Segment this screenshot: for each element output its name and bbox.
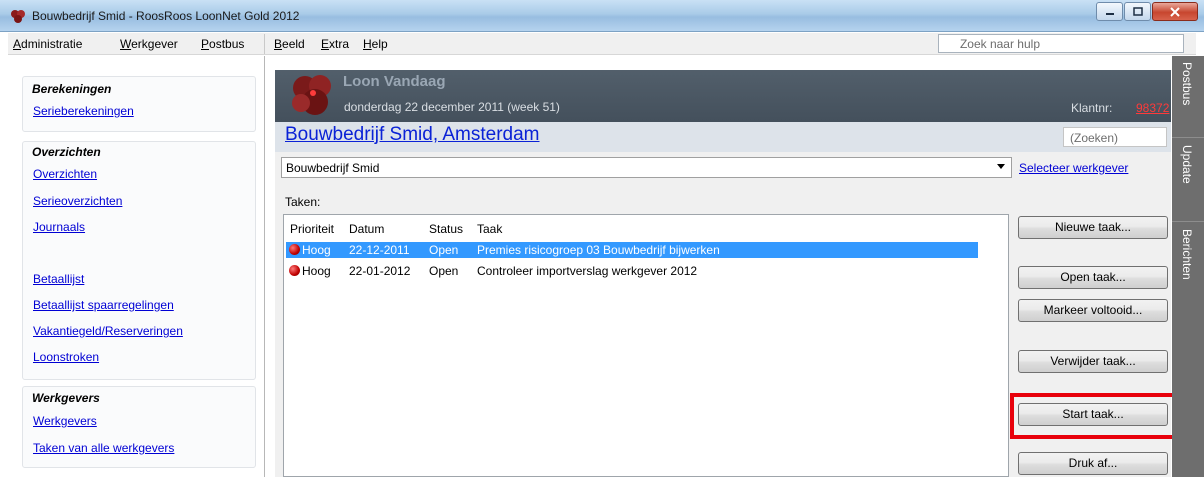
client-number-label: Klantnr: — [1071, 101, 1113, 115]
row-task: Controleer importverslag werkgever 2012 — [477, 264, 698, 278]
menu-postbus[interactable]: Postbus — [201, 37, 244, 51]
new-task-button[interactable]: Nieuwe taak... — [1018, 216, 1168, 239]
nav-link-betaallijst[interactable]: Betaallijst — [33, 272, 84, 286]
nav-link-overzichten[interactable]: Overzichten — [33, 167, 97, 181]
app-logo-icon — [11, 10, 25, 23]
column-header-status[interactable]: Status — [429, 222, 463, 236]
row-date: 22-01-2012 — [349, 264, 411, 278]
menu-help[interactable]: Help — [363, 37, 388, 51]
maximize-icon — [1132, 7, 1143, 16]
nav-heading-berekeningen: Berekeningen — [32, 82, 112, 96]
row-priority: Hoog — [302, 264, 331, 278]
tasks-label: Taken: — [285, 195, 321, 209]
nav-link-werkgevers[interactable]: Werkgevers — [33, 414, 97, 428]
row-task: Premies risicogroep 03 Bouwbedrijf bijwe… — [477, 243, 720, 257]
minimize-icon — [1105, 12, 1114, 15]
print-button[interactable]: Druk af... — [1018, 452, 1168, 475]
nav-link-serieberekeningen[interactable]: Serieberekeningen — [33, 104, 134, 118]
column-header-date[interactable]: Datum — [349, 222, 384, 236]
row-status: Open — [429, 264, 459, 278]
help-search-input[interactable]: Zoek naar hulp — [938, 34, 1184, 53]
close-button[interactable] — [1152, 2, 1198, 21]
minimize-button[interactable] — [1096, 2, 1123, 21]
table-row[interactable]: Hoog 22-01-2012 Open Controleer importve… — [286, 263, 978, 279]
menu-bar: Administratie Werkgever Postbus Beeld Ex… — [8, 33, 1196, 55]
menu-divider — [264, 34, 265, 54]
nav-link-serieoverzichten[interactable]: Serieoverzichten — [33, 194, 122, 208]
column-header-priority[interactable]: Prioriteit — [290, 222, 334, 236]
menu-administratie[interactable]: Administratie — [13, 37, 82, 51]
dropdown-arrow-icon[interactable] — [997, 164, 1005, 169]
nav-link-taken-alle-werkgevers[interactable]: Taken van alle werkgevers — [33, 441, 174, 455]
open-task-button[interactable]: Open taak... — [1018, 266, 1168, 289]
row-date: 22-12-2011 — [349, 243, 410, 257]
menu-extra[interactable]: Extra — [321, 37, 349, 51]
delete-task-button[interactable]: Verwijder taak... — [1018, 350, 1168, 373]
roosroos-logo-icon — [292, 75, 331, 115]
tab-postbus[interactable]: Postbus — [1172, 56, 1204, 138]
nav-link-loonstroken[interactable]: Loonstroken — [33, 350, 99, 364]
company-search-input[interactable]: (Zoeken) — [1063, 127, 1167, 147]
row-status: Open — [429, 243, 459, 257]
maximize-button[interactable] — [1124, 2, 1151, 21]
header-title: Loon Vandaag — [343, 73, 446, 90]
company-name-link[interactable]: Bouwbedrijf Smid, Amsterdam — [285, 124, 540, 146]
select-employer-link[interactable]: Selecteer werkgever — [1019, 161, 1128, 175]
window-controls — [1095, 2, 1198, 21]
nav-heading-overzichten: Overzichten — [32, 145, 101, 159]
priority-high-icon — [289, 265, 300, 276]
tab-berichten[interactable]: Berichten — [1172, 223, 1204, 303]
employer-select[interactable]: Bouwbedrijf Smid — [281, 157, 1012, 178]
tab-postbus-label: Postbus — [1180, 62, 1194, 106]
menu-beeld[interactable]: Beeld — [274, 37, 305, 51]
nav-link-betaallijst-spaarregelingen[interactable]: Betaallijst spaarregelingen — [33, 298, 174, 312]
table-row[interactable]: Hoog 22-12-2011 Open Premies risicogroep… — [286, 242, 978, 258]
window-title: Bouwbedrijf Smid - RoosRoos LoonNet Gold… — [32, 9, 300, 23]
nav-link-vakantiegeld[interactable]: Vakantiegeld/Reserveringen — [33, 324, 183, 338]
nav-link-journaals[interactable]: Journaals — [33, 220, 85, 234]
tab-update[interactable]: Update — [1172, 139, 1204, 222]
close-icon — [1170, 6, 1180, 17]
tab-update-label: Update — [1180, 145, 1194, 184]
header-date: donderdag 22 december 2011 (week 51) — [344, 100, 560, 114]
start-task-highlight — [1010, 393, 1177, 439]
nav-heading-werkgevers: Werkgevers — [32, 391, 100, 405]
mark-done-button[interactable]: Markeer voltooid... — [1018, 299, 1168, 322]
client-number-link[interactable]: 98372 — [1136, 101, 1169, 115]
menu-werkgever[interactable]: Werkgever — [120, 37, 178, 51]
row-priority: Hoog — [302, 243, 331, 257]
priority-high-icon — [289, 244, 300, 255]
column-header-task[interactable]: Taak — [477, 222, 502, 236]
tab-berichten-label: Berichten — [1180, 229, 1194, 280]
